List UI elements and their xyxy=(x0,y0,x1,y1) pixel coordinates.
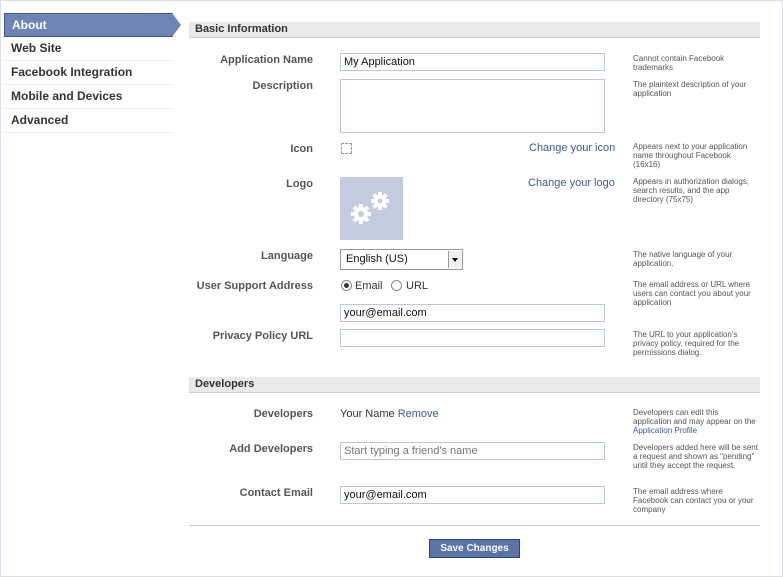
privacy-policy-label: Privacy Policy URL xyxy=(212,330,313,342)
support-url-radio[interactable] xyxy=(391,280,402,291)
remove-developer-link[interactable]: Remove xyxy=(398,408,439,420)
app-name-hint: Cannot contain Facebook trademarks xyxy=(633,54,725,72)
sidebar-item-about[interactable]: About xyxy=(4,13,181,37)
description-label: Description xyxy=(252,80,313,92)
language-hint: The native language of your application. xyxy=(633,250,733,268)
language-select-value: English (US) xyxy=(346,253,408,265)
logo-placeholder xyxy=(340,177,403,240)
add-developers-input[interactable] xyxy=(340,442,605,460)
support-address-label: User Support Address xyxy=(196,280,313,292)
developers-header: Developers xyxy=(189,377,760,393)
chevron-down-icon[interactable] xyxy=(448,251,461,268)
sidebar-nav: About Web Site Facebook Integration Mobi… xyxy=(4,13,181,133)
icon-label: Icon xyxy=(290,143,313,155)
contact-email-input[interactable] xyxy=(340,486,605,504)
icon-hint: Appears next to your application name th… xyxy=(633,142,748,169)
developer-name: Your Name xyxy=(340,408,395,420)
logo-label: Logo xyxy=(286,178,313,190)
basic-info-header: Basic Information xyxy=(189,22,760,38)
sidebar-item-web-site[interactable]: Web Site xyxy=(4,37,172,61)
application-profile-link[interactable]: Application Profile xyxy=(633,426,697,435)
description-textarea[interactable] xyxy=(340,79,605,133)
add-developers-label: Add Developers xyxy=(229,443,313,455)
language-label: Language xyxy=(261,250,313,262)
app-icon-placeholder xyxy=(341,143,352,154)
description-hint: The plaintext description of your applic… xyxy=(633,80,747,98)
sidebar-item-mobile-devices[interactable]: Mobile and Devices xyxy=(4,85,172,109)
support-url-radio-label: URL xyxy=(406,280,429,292)
sidebar-item-label: Facebook Integration xyxy=(11,65,133,79)
sidebar-item-label: Mobile and Devices xyxy=(11,89,123,103)
privacy-policy-input[interactable] xyxy=(340,329,605,347)
contact-email-hint: The email address where Facebook can con… xyxy=(633,487,754,514)
footer-divider xyxy=(189,525,760,526)
sidebar-item-label: Web Site xyxy=(11,41,62,55)
sidebar-item-advanced[interactable]: Advanced xyxy=(4,109,172,133)
add-developers-hint: Developers added here will be sent a req… xyxy=(633,443,758,470)
contact-email-label: Contact Email xyxy=(239,487,313,499)
support-address-input[interactable] xyxy=(340,304,605,322)
support-address-hint: The email address or URL where users can… xyxy=(633,280,751,307)
app-name-input[interactable] xyxy=(340,53,605,71)
change-logo-link[interactable]: Change your logo xyxy=(528,177,615,189)
language-select[interactable]: English (US) xyxy=(340,249,463,270)
app-name-label: Application Name xyxy=(220,54,313,66)
developers-label: Developers xyxy=(253,408,313,420)
change-icon-link[interactable]: Change your icon xyxy=(529,142,615,154)
developer-entry: Your Name Remove xyxy=(340,408,439,420)
gears-icon xyxy=(351,192,389,224)
logo-hint: Appears in authorization dialogs, search… xyxy=(633,177,750,204)
developers-hint: Developers can edit this application and… xyxy=(633,408,758,435)
support-email-radio[interactable] xyxy=(341,280,352,291)
privacy-policy-hint: The URL to your application's privacy po… xyxy=(633,330,740,357)
save-changes-button[interactable]: Save Changes xyxy=(429,539,520,558)
support-email-radio-label: Email xyxy=(355,280,383,292)
sidebar-item-label: About xyxy=(12,18,47,32)
sidebar-item-facebook-integration[interactable]: Facebook Integration xyxy=(4,61,172,85)
sidebar-item-label: Advanced xyxy=(11,113,69,127)
developers-hint-text: Developers can edit this application and… xyxy=(633,408,756,426)
